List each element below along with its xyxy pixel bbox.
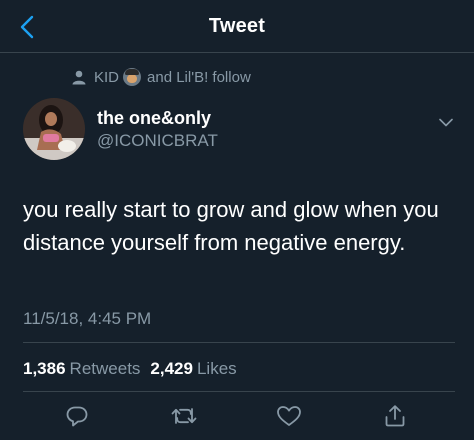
like-button[interactable] — [275, 402, 303, 430]
avatar[interactable] — [23, 98, 85, 160]
reply-button[interactable] — [63, 402, 91, 430]
retweet-button[interactable] — [170, 402, 198, 430]
retweets-count: 1,386 — [23, 359, 66, 378]
action-bar — [0, 400, 474, 430]
tweet-text: you really start to grow and glow when y… — [23, 197, 439, 255]
share-icon — [385, 405, 405, 427]
retweet-icon — [171, 408, 197, 424]
chevron-down-icon — [439, 118, 453, 126]
follower-name: KID — [94, 68, 120, 86]
author-name[interactable]: the one&only — [97, 108, 211, 129]
person-icon — [72, 70, 86, 85]
social-context-text: and Lil'B! follow — [147, 68, 251, 86]
likes-stat[interactable]: 2,429 Likes — [150, 359, 236, 379]
heart-icon — [277, 406, 301, 426]
tweet-stats: 1,386 Retweets 2,429 Likes — [23, 359, 247, 379]
divider — [23, 342, 455, 343]
tweet-timestamp: 11/5/18, 4:45 PM — [23, 309, 152, 328]
retweets-label: Retweets — [69, 359, 141, 378]
social-context[interactable]: KID and Lil'B! follow — [72, 66, 251, 88]
likes-count: 2,429 — [150, 359, 193, 378]
person-emoji-icon — [123, 68, 142, 86]
retweets-stat[interactable]: 1,386 Retweets — [23, 359, 140, 379]
divider — [23, 391, 455, 392]
page-title: Tweet — [208, 15, 266, 37]
more-options-button[interactable] — [434, 110, 458, 134]
author-handle[interactable]: @ICONICBRAT — [97, 131, 218, 151]
likes-label: Likes — [196, 359, 237, 378]
reply-icon — [66, 406, 88, 427]
share-button[interactable] — [381, 402, 409, 430]
top-navbar: Tweet — [0, 0, 474, 53]
avatar-image — [23, 98, 85, 160]
